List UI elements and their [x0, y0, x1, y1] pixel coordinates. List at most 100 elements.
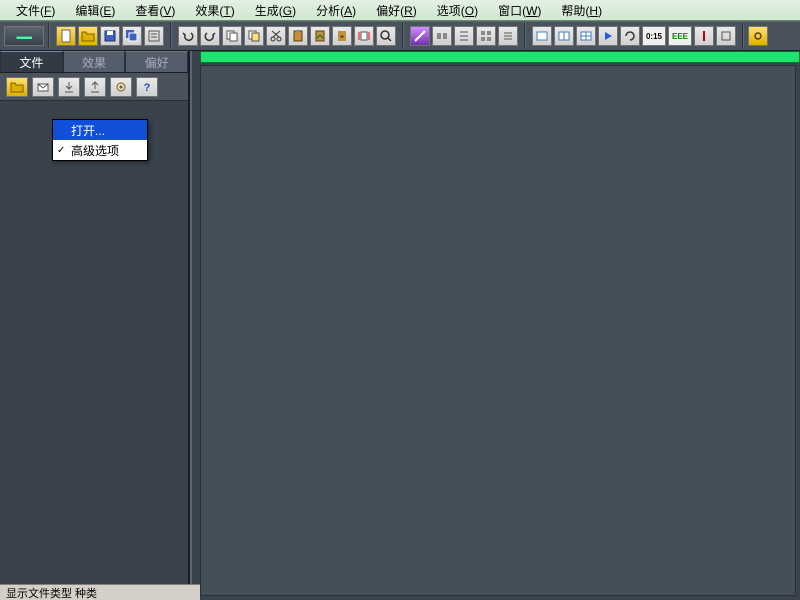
sliders-icon: [457, 29, 471, 43]
undo-icon: [181, 29, 195, 43]
menu-edit[interactable]: 编辑(E): [65, 0, 125, 21]
side-toolbar: ?: [0, 73, 188, 101]
clipboard-mix-icon: [313, 29, 327, 43]
eee-button[interactable]: EEE: [668, 26, 692, 46]
view-2-button[interactable]: [554, 26, 574, 46]
toolbar-separator: [170, 23, 172, 49]
svg-text:+: +: [340, 34, 344, 41]
waveform-icon: ▬▬: [17, 32, 32, 41]
settings-3-button[interactable]: [498, 26, 518, 46]
side-export-button[interactable]: [84, 77, 106, 97]
envelope-icon: [36, 80, 50, 94]
grid-icon: [479, 29, 493, 43]
gear-icon: [751, 29, 765, 43]
menu-favorites[interactable]: 偏好(R): [366, 0, 427, 21]
paste-button[interactable]: [288, 26, 308, 46]
eee-label: EEE: [672, 32, 688, 41]
paste-new-button[interactable]: +: [332, 26, 352, 46]
view-3-button[interactable]: [576, 26, 596, 46]
toolbar-separator: [742, 23, 744, 49]
settings-1-button[interactable]: [454, 26, 474, 46]
save-all-button[interactable]: [122, 26, 142, 46]
fx-button[interactable]: [410, 26, 430, 46]
properties-icon: [147, 29, 161, 43]
settings-2-button[interactable]: [476, 26, 496, 46]
context-menu-open[interactable]: 打开...: [53, 120, 147, 140]
view-1-button[interactable]: [532, 26, 552, 46]
export-icon: [88, 80, 102, 94]
undo-button[interactable]: [178, 26, 198, 46]
file-group: [54, 26, 166, 46]
copy-new-icon: [247, 29, 261, 43]
floppy-multi-icon: [125, 29, 139, 43]
copy-icon: [225, 29, 239, 43]
side-open-button[interactable]: [6, 77, 28, 97]
paste-mix-button[interactable]: [310, 26, 330, 46]
menu-effects[interactable]: 效果(T): [185, 0, 244, 21]
context-menu: 打开... ✓高级选项: [52, 119, 148, 161]
time-label: 0:15: [646, 32, 662, 41]
side-help-button[interactable]: ?: [136, 77, 158, 97]
search-button[interactable]: [376, 26, 396, 46]
region-button[interactable]: [716, 26, 736, 46]
tab-file[interactable]: 文件: [0, 51, 63, 72]
tab-effects[interactable]: 效果: [63, 51, 126, 72]
play-icon: [601, 29, 615, 43]
panel-body: 打开... ✓高级选项: [0, 101, 188, 600]
menu-window[interactable]: 窗口(W): [488, 0, 551, 21]
region-icon: [719, 29, 733, 43]
time-display-button[interactable]: 0:15: [642, 26, 666, 46]
open-file-button[interactable]: [78, 26, 98, 46]
canvas-area: [190, 51, 800, 600]
side-recent-button[interactable]: [32, 77, 54, 97]
menu-file[interactable]: 文件(F): [6, 0, 65, 21]
convert-button[interactable]: [432, 26, 452, 46]
menu-analyze[interactable]: 分析(A): [306, 0, 366, 21]
view-group: 0:15 EEE: [530, 26, 738, 46]
copy-new-button[interactable]: [244, 26, 264, 46]
copy-button[interactable]: [222, 26, 242, 46]
clipboard-new-icon: +: [335, 29, 349, 43]
properties-button[interactable]: [144, 26, 164, 46]
trim-icon: [357, 29, 371, 43]
side-import-button[interactable]: [58, 77, 80, 97]
timeline-strip[interactable]: [200, 51, 800, 63]
menu-help[interactable]: 帮助(H): [551, 0, 612, 21]
fx-icon: [413, 29, 427, 43]
marker-button[interactable]: [694, 26, 714, 46]
folder-open-icon: [81, 29, 95, 43]
waveform-canvas[interactable]: [200, 65, 796, 596]
scissors-icon: [269, 29, 283, 43]
toolbar-separator: [48, 23, 50, 49]
loop-button[interactable]: [620, 26, 640, 46]
main-toolbar: ▬▬ + 0:15 EEE: [0, 21, 800, 51]
main-area: 文件 效果 偏好 ? 打开... ✓高级选项: [0, 51, 800, 600]
convert-icon: [435, 29, 449, 43]
check-icon: ✓: [57, 145, 65, 156]
redo-button[interactable]: [200, 26, 220, 46]
side-tabs: 文件 效果 偏好: [0, 51, 188, 73]
menu-options[interactable]: 选项(O): [427, 0, 488, 21]
save-button[interactable]: [100, 26, 120, 46]
new-file-button[interactable]: [56, 26, 76, 46]
toolbar-separator: [524, 23, 526, 49]
tools-group: [408, 26, 520, 46]
side-options-button[interactable]: [110, 77, 132, 97]
marker-icon: [697, 29, 711, 43]
cut-button[interactable]: [266, 26, 286, 46]
svg-text:?: ?: [144, 82, 151, 94]
clipboard-icon: [291, 29, 305, 43]
menu-generate[interactable]: 生成(G): [245, 0, 306, 21]
redo-icon: [203, 29, 217, 43]
trim-button[interactable]: [354, 26, 374, 46]
context-menu-advanced[interactable]: ✓高级选项: [53, 140, 147, 160]
folder-open-icon: [10, 80, 24, 94]
tab-prefs[interactable]: 偏好: [125, 51, 188, 72]
menubar: 文件(F) 编辑(E) 查看(V) 效果(T) 生成(G) 分析(A) 偏好(R…: [0, 0, 800, 21]
status-text: 显示文件类型 种类: [6, 585, 97, 600]
extra-button[interactable]: [748, 26, 768, 46]
play-button[interactable]: [598, 26, 618, 46]
question-icon: ?: [140, 80, 154, 94]
mode-toggle-button[interactable]: ▬▬: [4, 26, 44, 46]
menu-view[interactable]: 查看(V): [125, 0, 185, 21]
